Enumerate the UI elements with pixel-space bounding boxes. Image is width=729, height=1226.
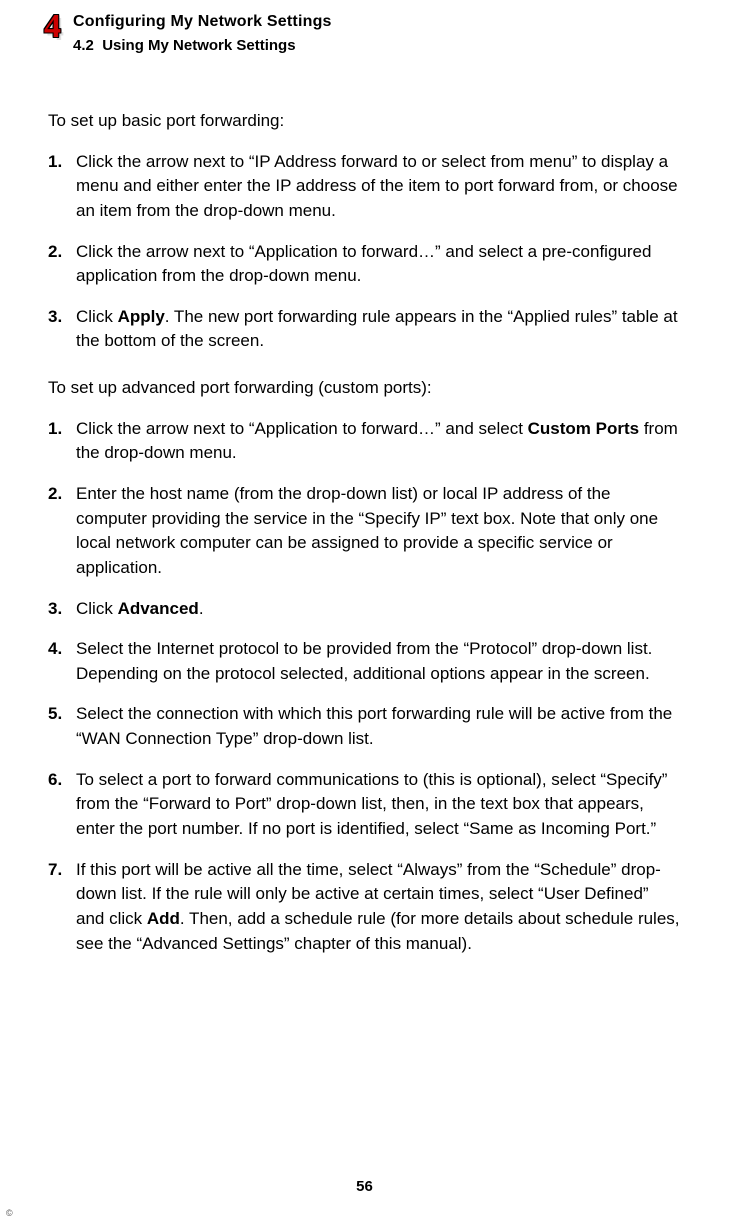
bold-term: Custom Ports (528, 419, 639, 438)
header-text: Configuring My Network Settings 4.2 Usin… (73, 8, 332, 57)
step-number: 2. (48, 240, 76, 289)
bold-term: Advanced (118, 599, 199, 618)
chapter-title: Configuring My Network Settings (73, 10, 332, 33)
text-run: Click the arrow next to “Application to … (76, 242, 651, 286)
advanced-intro: To set up advanced port forwarding (cust… (48, 376, 681, 401)
step-text: Click the arrow next to “Application to … (76, 240, 681, 289)
step-text: Select the connection with which this po… (76, 702, 681, 751)
page-number: 56 (0, 1176, 729, 1198)
section-number: 4.2 (73, 37, 94, 54)
text-run: Click (76, 599, 118, 618)
step-item: 3.Click Advanced. (48, 597, 681, 622)
step-item: 4.Select the Internet protocol to be pro… (48, 637, 681, 686)
step-text: To select a port to forward communicatio… (76, 768, 681, 842)
text-run: To select a port to forward communicatio… (76, 770, 667, 838)
text-run: Select the Internet protocol to be provi… (76, 639, 652, 683)
step-item: 1.Click the arrow next to “IP Address fo… (48, 150, 681, 224)
step-number: 5. (48, 702, 76, 751)
text-run: . The new port forwarding rule appears i… (76, 307, 678, 351)
step-item: 6.To select a port to forward communicat… (48, 768, 681, 842)
basic-steps-list: 1.Click the arrow next to “IP Address fo… (48, 150, 681, 354)
text-run: . (199, 599, 204, 618)
basic-intro: To set up basic port forwarding: (48, 109, 681, 134)
section-title: 4.2 Using My Network Settings (73, 35, 332, 57)
bold-term: Add (147, 909, 180, 928)
text-run: Enter the host name (from the drop-down … (76, 484, 658, 577)
step-item: 1.Click the arrow next to “Application t… (48, 417, 681, 466)
step-item: 2.Click the arrow next to “Application t… (48, 240, 681, 289)
step-text: Select the Internet protocol to be provi… (76, 637, 681, 686)
bold-term: Apply (118, 307, 165, 326)
section-name: Using My Network Settings (102, 37, 295, 54)
text-run: Select the connection with which this po… (76, 704, 672, 748)
text-run: Click (76, 307, 118, 326)
step-number: 4. (48, 637, 76, 686)
step-number: 2. (48, 482, 76, 581)
step-item: 7.If this port will be active all the ti… (48, 858, 681, 957)
step-text: Enter the host name (from the drop-down … (76, 482, 681, 581)
step-text: Click the arrow next to “IP Address forw… (76, 150, 681, 224)
step-number: 6. (48, 768, 76, 842)
step-number: 7. (48, 858, 76, 957)
step-item: 3.Click Apply. The new port forwarding r… (48, 305, 681, 354)
page-header: 4 Configuring My Network Settings 4.2 Us… (44, 8, 681, 57)
step-number: 3. (48, 305, 76, 354)
advanced-steps-list: 1.Click the arrow next to “Application t… (48, 417, 681, 957)
step-item: 5.Select the connection with which this … (48, 702, 681, 751)
step-item: 2.Enter the host name (from the drop-dow… (48, 482, 681, 581)
step-text: Click Apply. The new port forwarding rul… (76, 305, 681, 354)
step-number: 1. (48, 417, 76, 466)
text-run: Click the arrow next to “IP Address forw… (76, 152, 678, 220)
copyright-mark: © (6, 1207, 13, 1220)
step-text: Click the arrow next to “Application to … (76, 417, 681, 466)
step-number: 1. (48, 150, 76, 224)
text-run: Click the arrow next to “Application to … (76, 419, 528, 438)
step-text: If this port will be active all the time… (76, 858, 681, 957)
chapter-number: 4 (44, 8, 61, 44)
step-text: Click Advanced. (76, 597, 681, 622)
step-number: 3. (48, 597, 76, 622)
